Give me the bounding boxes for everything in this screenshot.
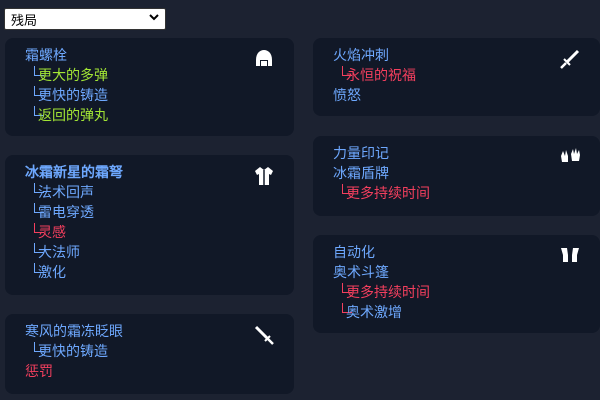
helmet-icon	[253, 48, 275, 70]
support-gem: 大法师	[38, 245, 80, 261]
skill-name: 霜螺栓	[25, 48, 67, 64]
skill-name: 奥术斗篷	[333, 265, 389, 281]
support-gem: 永恒的祝福	[346, 68, 416, 84]
support-gem: 返回的弹丸	[38, 108, 108, 124]
filter-select[interactable]: 残局	[4, 8, 166, 30]
skill-name: 火焰冲刺	[333, 48, 389, 64]
skill-card: 冰霜新星的霜弩 法术回声 雷电穿透 灵感 大法师 激化	[5, 155, 294, 295]
skill-name: 惩罚	[25, 364, 53, 380]
skill-card: 寒风的霜冻眨眼 更快的铸造 惩罚	[5, 314, 294, 394]
support-gem: 更多持续时间	[346, 285, 430, 301]
skill-name: 冰霜盾牌	[333, 166, 389, 182]
sword-icon	[253, 324, 275, 346]
support-gem: 更多持续时间	[346, 186, 430, 202]
support-gem: 奥术激增	[346, 305, 402, 321]
sword-icon	[559, 48, 581, 70]
support-gem: 更快的铸造	[38, 344, 108, 360]
tunic-icon	[253, 165, 275, 187]
skill-card: 火焰冲刺 永恒的祝福 愤怒	[313, 38, 600, 116]
skill-name: 力量印记	[333, 146, 389, 162]
support-gem: 法术回声	[38, 185, 94, 201]
boots-icon	[559, 245, 581, 267]
skill-card: 霜螺栓 更大的多弹 更快的铸造 返回的弹丸	[5, 38, 294, 136]
filter-select-value: 残局	[11, 13, 38, 29]
skill-name: 冰霜新星的霜弩	[25, 165, 123, 181]
skill-name: 愤怒	[333, 88, 361, 104]
support-gem: 更快的铸造	[38, 88, 108, 104]
support-gem: 雷电穿透	[38, 205, 94, 221]
support-gem: 激化	[38, 265, 66, 281]
skill-card: 自动化 奥术斗篷 更多持续时间 奥术激增	[313, 235, 600, 333]
skill-card: 力量印记 冰霜盾牌 更多持续时间	[313, 136, 600, 216]
chevron-down-icon	[149, 12, 159, 25]
support-gem: 灵感	[38, 225, 66, 241]
skill-name: 自动化	[333, 245, 375, 261]
support-gem: 更大的多弹	[38, 68, 108, 84]
skill-name: 寒风的霜冻眨眼	[25, 324, 123, 340]
gloves-icon	[559, 146, 581, 168]
